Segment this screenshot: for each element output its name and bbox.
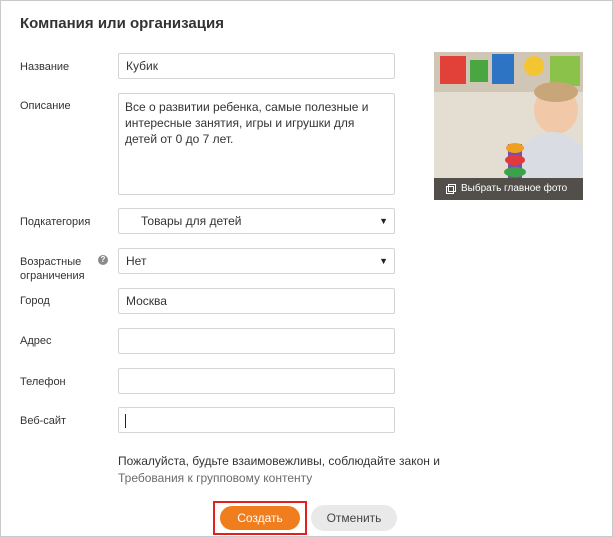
cancel-button[interactable]: Отменить	[311, 505, 397, 531]
choose-photo-button[interactable]: Выбрать главное фото	[434, 178, 583, 200]
dialog-title: Компания или организация	[20, 15, 224, 32]
address-label: Адрес	[20, 335, 52, 347]
choose-photo-label: Выбрать главное фото	[461, 183, 568, 194]
content-requirements-link[interactable]: Требования к групповому контенту	[118, 470, 448, 487]
age-value: Нет	[126, 254, 147, 268]
create-group-dialog: Компания или организация Название Кубик …	[0, 0, 613, 537]
name-field[interactable]: Кубик	[118, 53, 395, 79]
city-field[interactable]: Москва	[118, 288, 395, 314]
notice-text: Пожалуйста, будьте взаимовежливы, соблюд…	[118, 454, 440, 468]
description-field[interactable]: Все о развитии ребенка, самые полезные и…	[118, 93, 395, 195]
name-label: Название	[20, 61, 70, 73]
phone-field[interactable]	[118, 368, 395, 394]
city-label: Город	[20, 295, 50, 307]
subcategory-value: Товары для детей	[141, 214, 242, 228]
age-select[interactable]: Нет ▼	[118, 248, 395, 274]
subcategory-select[interactable]: Товары для детей ▼	[118, 208, 395, 234]
address-field[interactable]	[118, 328, 395, 354]
description-label: Описание	[20, 100, 71, 112]
website-field[interactable]	[118, 407, 395, 433]
phone-label: Телефон	[20, 376, 66, 388]
text-cursor	[125, 414, 126, 428]
content-notice: Пожалуйста, будьте взаимовежливы, соблюд…	[118, 453, 448, 487]
website-label: Веб-сайт	[20, 415, 67, 427]
main-photo[interactable]: Выбрать главное фото	[434, 52, 583, 200]
photo-icon	[446, 184, 456, 194]
create-button[interactable]: Создать	[220, 506, 300, 530]
help-icon[interactable]: ?	[98, 255, 108, 265]
age-label: Возрастные ограничения	[20, 256, 85, 282]
subcategory-label: Подкатегория	[20, 216, 91, 228]
chevron-down-icon: ▼	[379, 216, 388, 226]
chevron-down-icon: ▼	[379, 256, 388, 266]
